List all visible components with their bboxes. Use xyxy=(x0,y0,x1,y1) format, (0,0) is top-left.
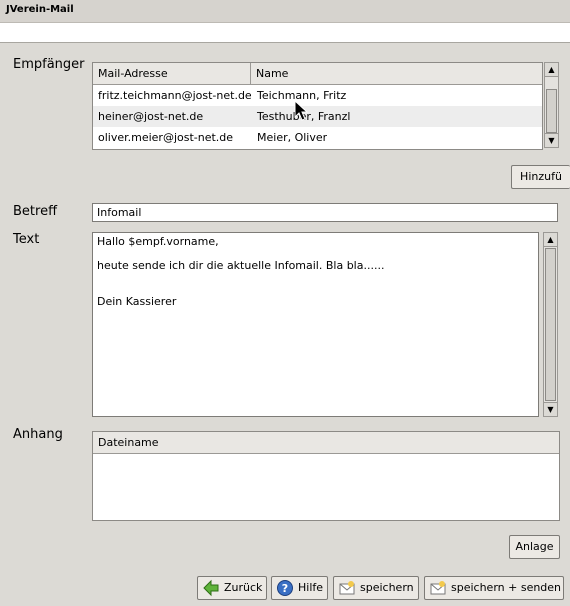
add-recipient-button[interactable]: Hinzufü xyxy=(511,165,570,189)
save-and-send-button-label: speichern + senden xyxy=(451,581,562,594)
attachments-table[interactable]: Dateiname xyxy=(92,431,560,521)
scroll-up-arrow-icon[interactable]: ▲ xyxy=(545,63,558,77)
scroll-thumb[interactable] xyxy=(546,89,557,133)
back-button[interactable]: Zurück xyxy=(197,576,267,600)
help-icon: ? xyxy=(277,580,293,596)
column-header-email[interactable]: Mail-Adresse xyxy=(93,63,251,84)
recipients-label: Empfänger xyxy=(13,57,85,72)
save-button[interactable]: speichern xyxy=(333,576,419,600)
attachments-label: Anhang xyxy=(13,427,63,442)
mail-send-icon xyxy=(430,581,446,595)
save-button-label: speichern xyxy=(360,581,414,594)
table-row[interactable]: fritz.teichmann@jost-net.de Teichmann, F… xyxy=(93,85,542,106)
row-name: Meier, Oliver xyxy=(257,131,328,144)
back-arrow-icon xyxy=(203,579,219,597)
scroll-thumb[interactable] xyxy=(545,248,556,401)
recipients-header: Mail-Adresse Name xyxy=(93,63,542,85)
subject-input[interactable]: Infomail xyxy=(92,203,558,222)
title-bar: JVerein-Mail xyxy=(0,0,570,23)
add-attachment-button[interactable]: Anlage xyxy=(509,535,560,559)
recipients-scrollbar[interactable]: ▲ ▼ xyxy=(544,62,559,148)
help-button-label: Hilfe xyxy=(298,581,324,594)
column-header-name[interactable]: Name xyxy=(251,63,542,84)
row-email: oliver.meier@jost-net.de xyxy=(98,131,234,144)
subject-label: Betreff xyxy=(13,204,58,219)
recipients-table[interactable]: Mail-Adresse Name fritz.teichmann@jost-n… xyxy=(92,62,543,150)
row-email: fritz.teichmann@jost-net.de xyxy=(98,89,251,102)
table-row[interactable]: oliver.meier@jost-net.de Meier, Oliver xyxy=(93,127,542,148)
svg-text:?: ? xyxy=(282,582,288,595)
text-label: Text xyxy=(13,232,40,247)
back-button-label: Zurück xyxy=(224,581,263,594)
attachments-header: Dateiname xyxy=(93,432,559,454)
column-header-filename[interactable]: Dateiname xyxy=(93,432,559,453)
scroll-up-arrow-icon[interactable]: ▲ xyxy=(544,233,557,247)
help-button[interactable]: ? Hilfe xyxy=(271,576,328,600)
table-row[interactable]: heiner@jost-net.de Testhuber, Franzl xyxy=(93,106,542,127)
message-textarea[interactable]: Hallo $empf.vorname, heute sende ich dir… xyxy=(92,232,539,417)
scroll-down-arrow-icon[interactable]: ▼ xyxy=(544,402,557,416)
scroll-down-arrow-icon[interactable]: ▼ xyxy=(545,133,558,147)
mouse-pointer-icon xyxy=(294,100,309,121)
window-title: JVerein-Mail xyxy=(6,4,74,15)
text-scrollbar[interactable]: ▲ ▼ xyxy=(543,232,558,417)
save-and-send-button[interactable]: speichern + senden xyxy=(424,576,564,600)
mail-save-icon xyxy=(339,581,355,595)
toolbar-area xyxy=(0,23,570,43)
row-email: heiner@jost-net.de xyxy=(98,110,204,123)
